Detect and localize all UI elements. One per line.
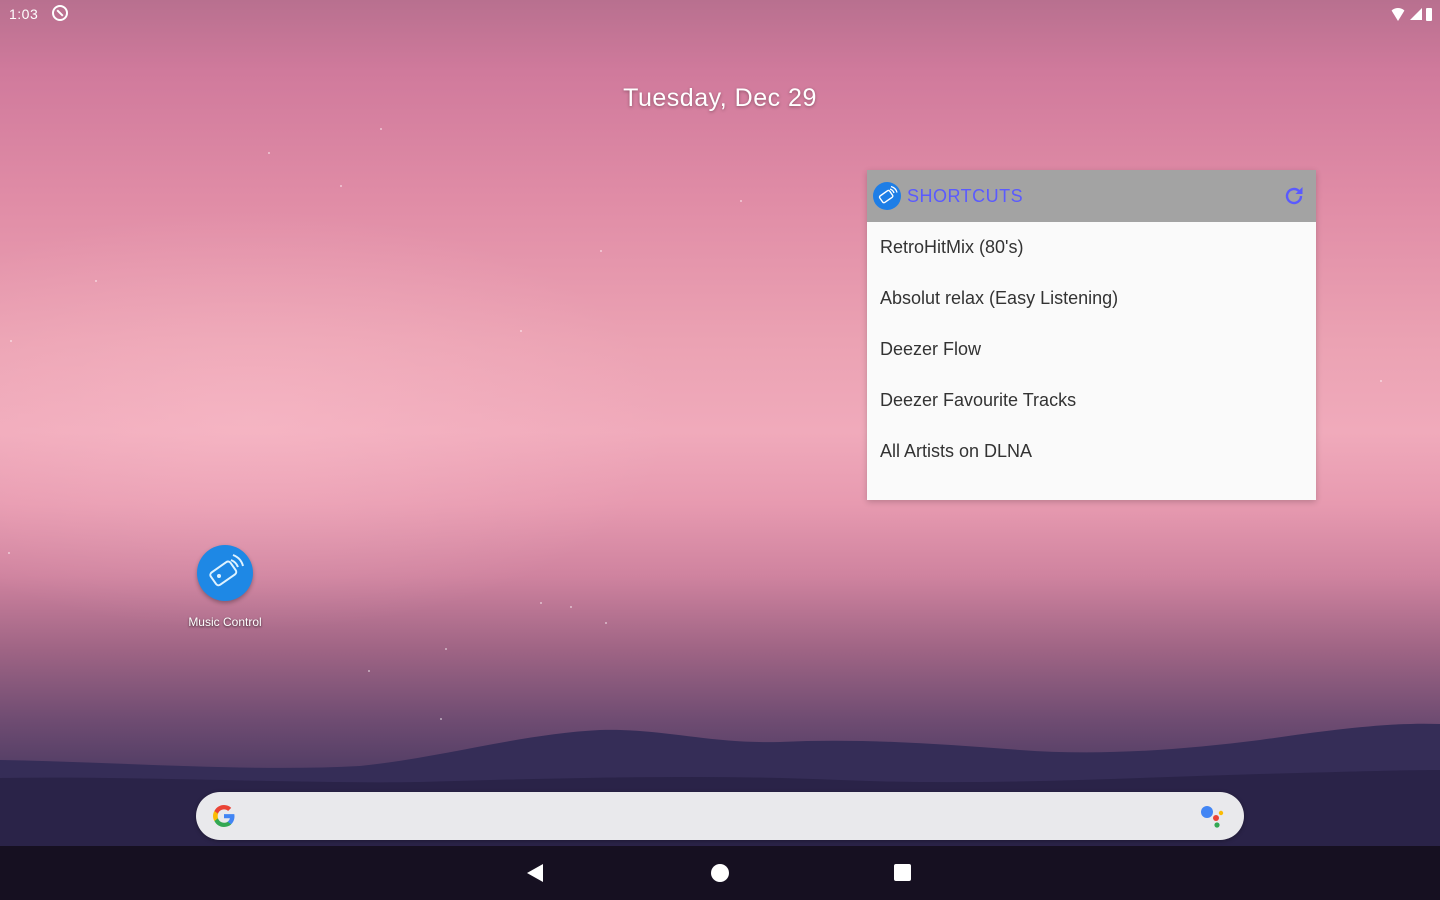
shortcut-item-retrohitmix[interactable]: RetroHitMix (80's) <box>867 222 1316 273</box>
status-time: 1:03 <box>9 6 39 22</box>
status-icons <box>1390 6 1432 22</box>
music-control-app-icon[interactable] <box>197 545 253 601</box>
status-bar: 1:03 <box>0 0 1440 28</box>
widget-title: SHORTCUTS <box>907 186 1024 206</box>
shortcut-item-all-artists-dlna[interactable]: All Artists on DLNA <box>867 426 1316 477</box>
back-icon[interactable] <box>527 864 543 882</box>
widget-header: SHORTCUTS <box>867 170 1316 222</box>
cast-off-icon <box>52 5 68 21</box>
music-control-logo-icon <box>873 182 901 210</box>
wifi-icon <box>1390 7 1406 21</box>
refresh-icon[interactable] <box>1282 184 1306 208</box>
date-label[interactable]: Tuesday, Dec 29 <box>0 84 1440 113</box>
shortcuts-widget: SHORTCUTS RetroHitMix (80's) Absolut rel… <box>867 170 1316 500</box>
google-assistant-icon[interactable] <box>1200 804 1226 828</box>
music-control-app[interactable]: Music Control <box>170 545 280 629</box>
shortcut-item-absolut-relax[interactable]: Absolut relax (Easy Listening) <box>867 273 1316 324</box>
shortcut-item-deezer-favourite-tracks[interactable]: Deezer Favourite Tracks <box>867 375 1316 426</box>
google-g-icon <box>213 805 235 827</box>
shortcut-item-deezer-flow[interactable]: Deezer Flow <box>867 324 1316 375</box>
home-icon[interactable] <box>711 864 729 882</box>
recents-icon[interactable] <box>894 864 911 881</box>
battery-icon <box>1426 7 1432 21</box>
app-label: Music Control <box>188 615 262 629</box>
navigation-bar <box>0 846 1440 900</box>
signal-icon <box>1410 8 1422 20</box>
shortcut-list: RetroHitMix (80's) Absolut relax (Easy L… <box>867 222 1316 477</box>
google-search-bar[interactable] <box>196 792 1244 840</box>
